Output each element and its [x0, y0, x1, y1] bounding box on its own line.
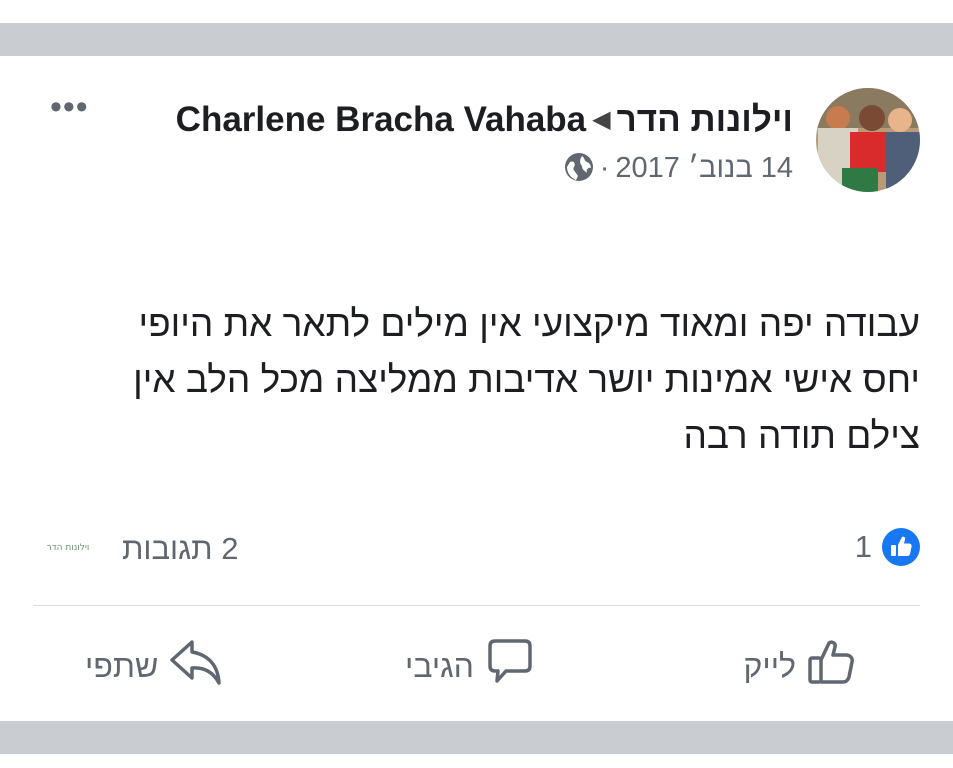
- globe-icon[interactable]: [564, 152, 594, 191]
- bottom-separator-band: [0, 721, 953, 754]
- author-line: וילונות הדר◀Charlene Bracha Vahaba: [173, 100, 793, 140]
- reactions-summary[interactable]: 1: [855, 528, 920, 566]
- share-label: שתפי: [85, 647, 159, 684]
- author-name[interactable]: וילונות הדר: [617, 100, 793, 139]
- post-header: וילונות הדר◀Charlene Bracha Vahaba 14 בנ…: [173, 100, 793, 191]
- like-button[interactable]: לייק: [744, 636, 858, 696]
- target-page-name[interactable]: Charlene Bracha Vahaba: [176, 100, 586, 139]
- comment-icon: [484, 636, 536, 696]
- comment-label: הגיבי: [405, 647, 474, 684]
- meta-separator: ·: [599, 152, 610, 184]
- post-body-text: עבודה יפה ומאוד מיקצועי אין מילים לתאר א…: [133, 303, 920, 456]
- author-avatar[interactable]: [816, 88, 920, 192]
- like-label: לייק: [743, 647, 796, 684]
- commenter-page-logo[interactable]: וילונות הדר: [38, 537, 98, 555]
- post-meta: 14 בנוב׳ 2017·: [173, 150, 793, 191]
- thumbs-up-icon: [806, 636, 858, 696]
- like-icon: [882, 528, 920, 566]
- share-arrow-icon: ◀: [592, 106, 611, 133]
- comment-button[interactable]: הגיבי: [405, 636, 536, 696]
- comments-count[interactable]: 2 תגובות: [122, 531, 238, 567]
- share-button[interactable]: שתפי: [85, 636, 224, 696]
- actions-divider: [33, 605, 920, 606]
- commenter-logo-text: וילונות הדר: [47, 543, 90, 553]
- top-separator-band: [0, 23, 953, 56]
- post-options-menu[interactable]: •••: [50, 90, 89, 124]
- reaction-count: 1: [854, 529, 872, 564]
- post-date[interactable]: 14 בנוב׳ 2017: [615, 152, 793, 184]
- share-icon: [168, 636, 224, 696]
